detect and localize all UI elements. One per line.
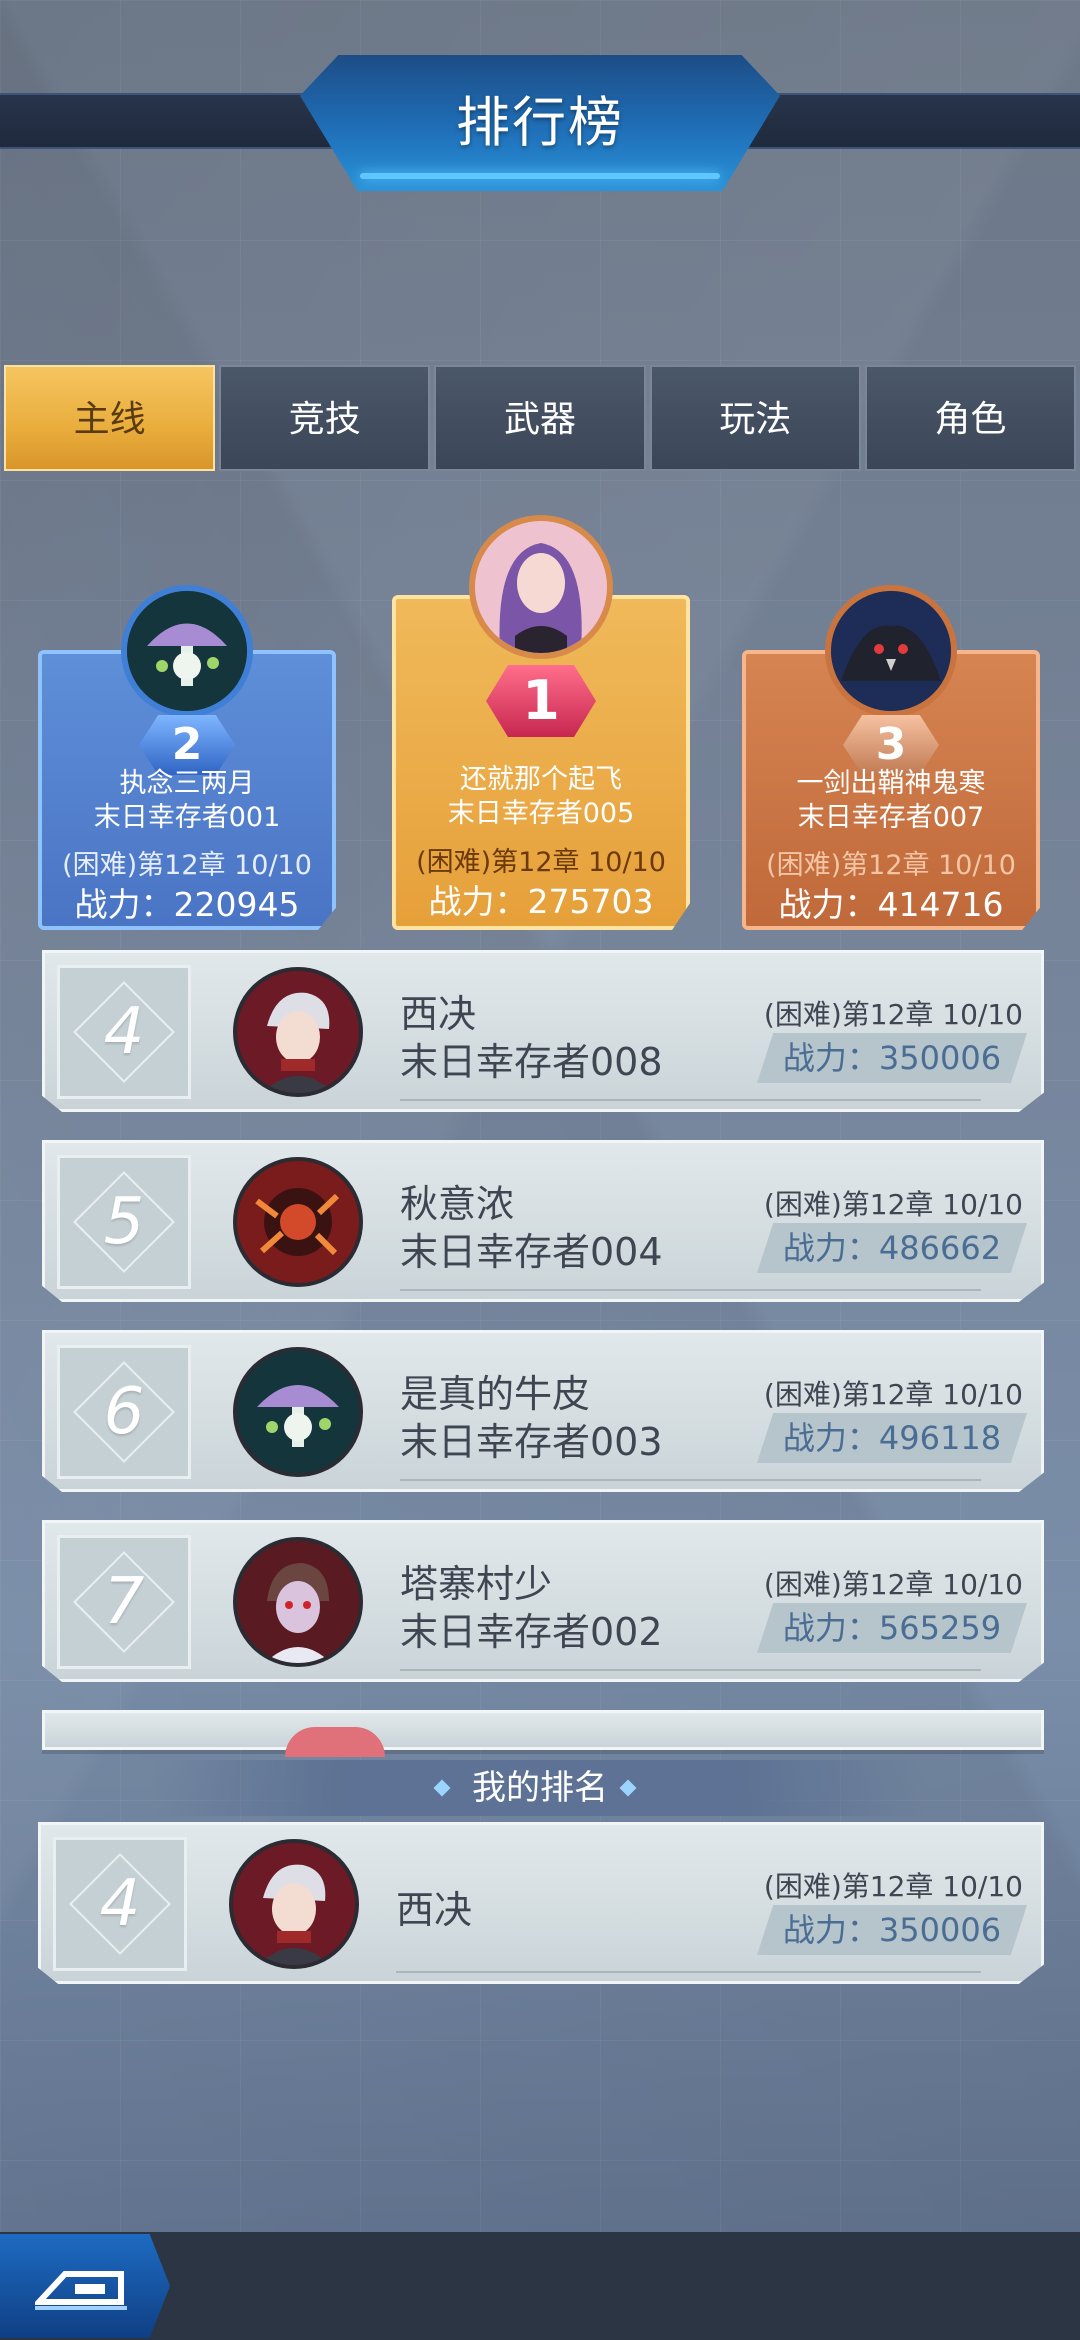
power-value: 战力：486662 <box>757 1223 1027 1273</box>
rank-box: 5 <box>57 1155 191 1289</box>
divider <box>400 1099 981 1101</box>
player-sub: 末日幸存者002 <box>400 1610 663 1654</box>
chapter-progress: (困难)第12章 10/10 <box>416 847 666 878</box>
my-rank-label: 我的排名 <box>472 1768 608 1808</box>
rank-box: 4 <box>57 965 191 1099</box>
back-arrow-icon <box>35 2271 127 2310</box>
podium-third[interactable]: 3 一剑出鞘神鬼寒 末日幸存者007 (困难)第12章 10/10 战力：414… <box>742 560 1040 930</box>
player-name: 是真的牛皮 <box>400 1372 591 1416</box>
power-value: 战力：496118 <box>757 1413 1027 1463</box>
diamond-icon <box>619 1779 637 1797</box>
power-value: 战力：350006 <box>757 1905 1027 1955</box>
chapter-progress: (困难)第12章 10/10 <box>763 998 1023 1031</box>
rank-box: 6 <box>57 1345 191 1479</box>
power-value: 战力：220945 <box>74 885 300 924</box>
player-name: 一剑出鞘神鬼寒 <box>796 768 986 799</box>
chapter-progress: (困难)第12章 10/10 <box>763 1568 1023 1601</box>
avatar <box>825 585 957 717</box>
diamond-icon <box>433 1779 451 1797</box>
podium-second[interactable]: 2 执念三两月 末日幸存者001 (困难)第12章 10/10 战力：22094… <box>38 560 336 930</box>
divider <box>400 1289 981 1291</box>
chapter-progress: (困难)第12章 10/10 <box>763 1870 1023 1903</box>
player-name: 西决 <box>396 1888 473 1932</box>
chapter-progress: (困难)第12章 10/10 <box>763 1188 1023 1221</box>
category-tabs: 主线 竞技 武器 玩法 角色 <box>4 365 1077 471</box>
avatar <box>285 1727 385 1757</box>
my-rank-row[interactable]: 4 西决 (困难)第12章 10/10 战力：350006 <box>38 1822 1044 1984</box>
player-name: 执念三两月 <box>119 768 255 799</box>
player-sub: 末日幸存者004 <box>400 1230 663 1274</box>
rank-box: 7 <box>57 1535 191 1669</box>
avatar <box>233 1157 363 1287</box>
ranking-row-4[interactable]: 4 西决 末日幸存者008 (困难)第12章 10/10 战力：350006 <box>42 950 1044 1112</box>
page-title: 排行榜 <box>456 91 624 154</box>
avatar <box>233 1347 363 1477</box>
ranking-row-6[interactable]: 6 是真的牛皮 末日幸存者003 (困难)第12章 10/10 战力：49611… <box>42 1330 1044 1492</box>
ranking-row-7[interactable]: 7 塔寨村少 末日幸存者002 (困难)第12章 10/10 战力：565259 <box>42 1520 1044 1682</box>
rank-number: 4 <box>103 995 145 1069</box>
ranking-row-partial[interactable] <box>42 1710 1044 1757</box>
avatar <box>121 585 253 717</box>
tab-weapon[interactable]: 武器 <box>434 365 646 471</box>
player-name: 塔寨村少 <box>400 1562 553 1606</box>
chapter-progress: (困难)第12章 10/10 <box>763 1378 1023 1411</box>
player-sub: 末日幸存者005 <box>447 798 635 829</box>
tab-arena[interactable]: 竞技 <box>219 365 431 471</box>
rank-badge: 3 <box>843 715 939 775</box>
chapter-progress: (困难)第12章 10/10 <box>62 850 312 881</box>
player-sub: 末日幸存者007 <box>797 802 985 833</box>
avatar <box>229 1839 359 1969</box>
back-button[interactable] <box>0 2234 170 2338</box>
player-name: 西决 <box>400 992 477 1036</box>
power-value: 战力：350006 <box>757 1033 1027 1083</box>
rank-number: 6 <box>103 1375 145 1449</box>
rank-box: 4 <box>53 1837 187 1971</box>
header: 排行榜 <box>0 55 1080 195</box>
player-sub: 末日幸存者003 <box>400 1420 663 1464</box>
my-rank-header: 我的排名 <box>0 1760 1080 1816</box>
player-sub: 末日幸存者008 <box>400 1040 663 1084</box>
divider <box>400 1669 981 1671</box>
ranking-row-5[interactable]: 5 秋意浓 末日幸存者004 (困难)第12章 10/10 战力：486662 <box>42 1140 1044 1302</box>
rank-number: 5 <box>103 1185 145 1259</box>
tab-gameplay[interactable]: 玩法 <box>649 365 861 471</box>
player-sub: 末日幸存者001 <box>93 802 281 833</box>
power-value: 战力：565259 <box>757 1603 1027 1653</box>
rank-badge: 1 <box>486 665 596 737</box>
player-name: 还就那个起飞 <box>460 764 622 795</box>
tab-character[interactable]: 角色 <box>864 365 1077 471</box>
power-value: 战力：275703 <box>428 882 654 921</box>
tab-main[interactable]: 主线 <box>4 365 216 471</box>
player-name: 秋意浓 <box>400 1182 515 1226</box>
avatar <box>233 1537 363 1667</box>
avatar <box>469 515 613 659</box>
power-value: 战力：414716 <box>778 885 1004 924</box>
rank-badge: 2 <box>139 715 235 775</box>
chapter-progress: (困难)第12章 10/10 <box>766 850 1016 881</box>
rank-number: 7 <box>103 1565 145 1639</box>
rank-number: 4 <box>99 1867 141 1941</box>
avatar <box>233 967 363 1097</box>
divider <box>400 1479 981 1481</box>
divider <box>396 1971 981 1973</box>
podium-first[interactable]: 1 还就那个起飞 末日幸存者005 (困难)第12章 10/10 战力：2757… <box>392 505 690 930</box>
